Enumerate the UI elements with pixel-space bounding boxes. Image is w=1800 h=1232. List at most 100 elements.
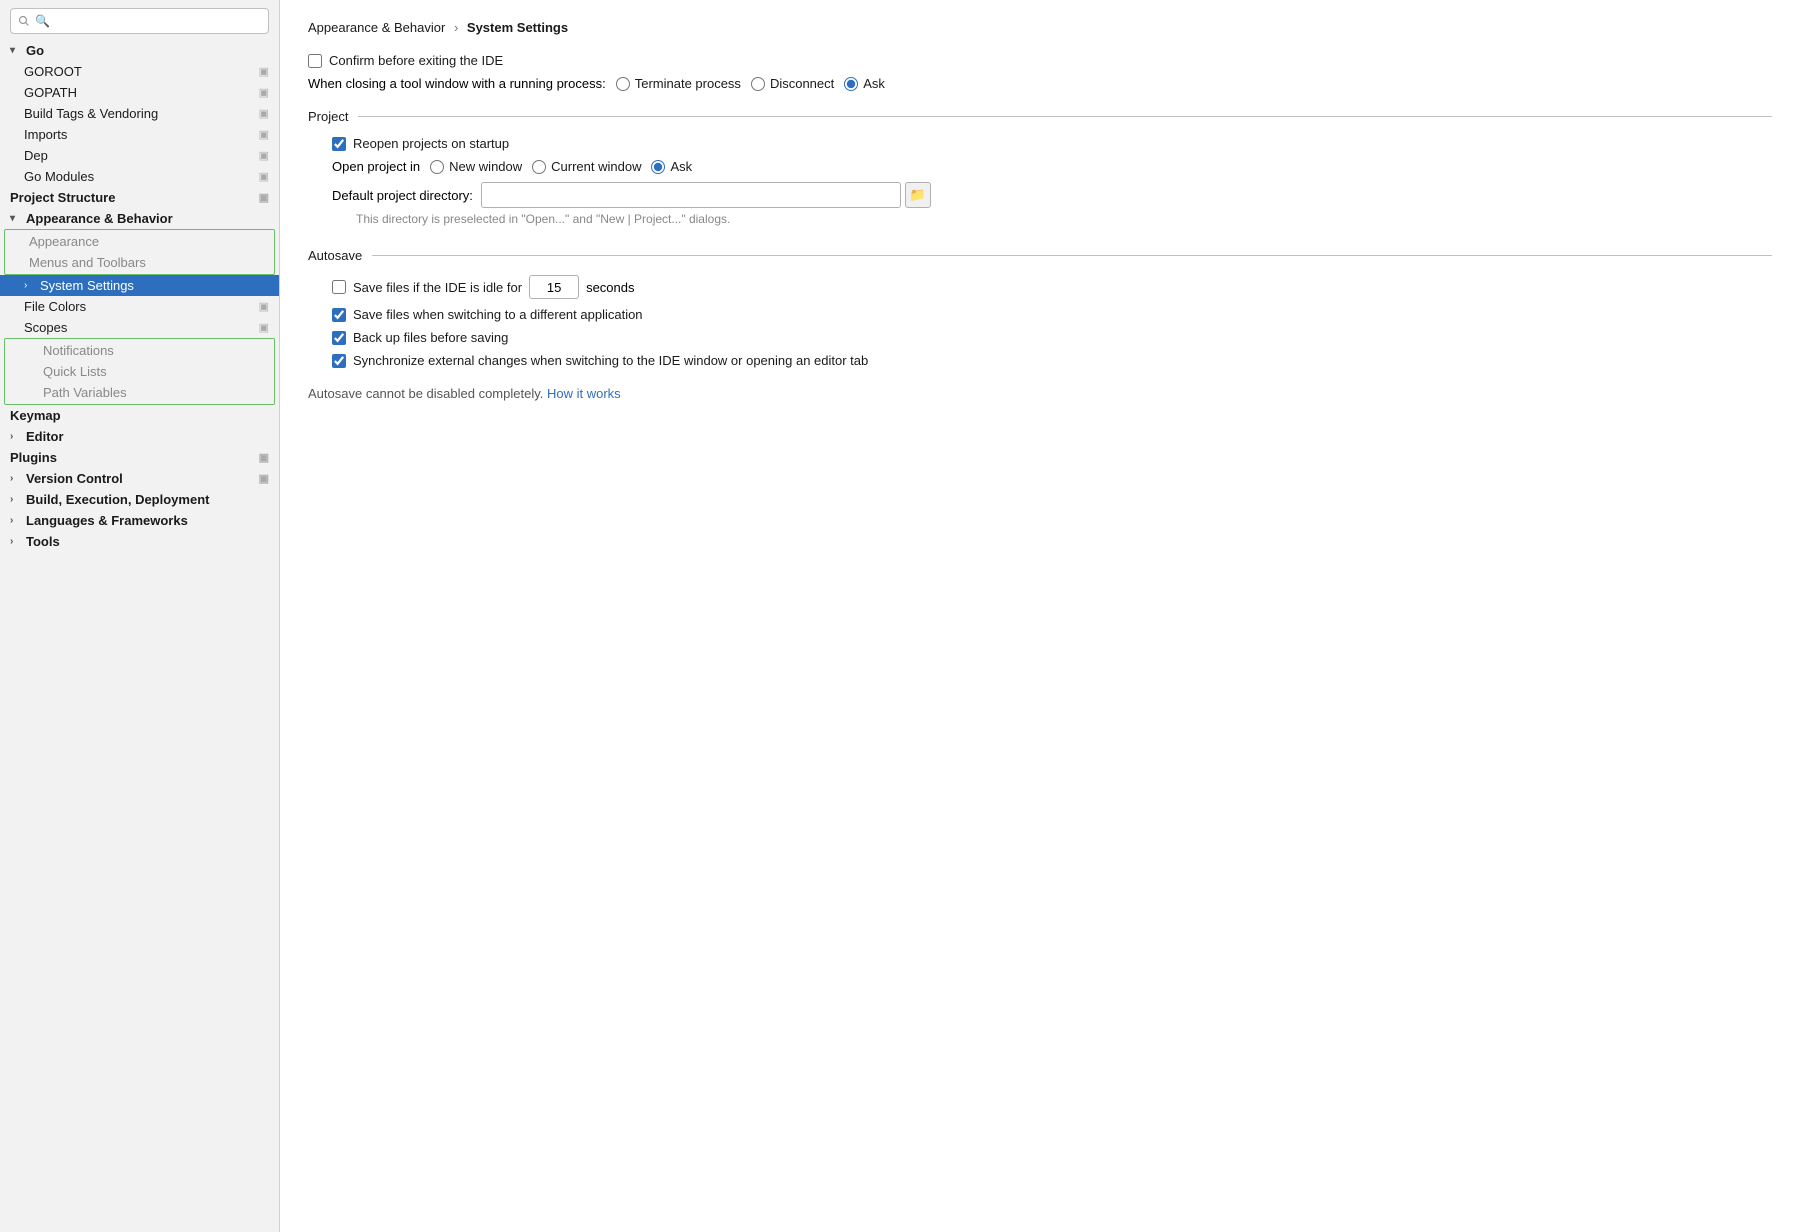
sidebar-item-dep[interactable]: Dep ▣ — [0, 145, 279, 166]
sidebar-item-keymap[interactable]: Keymap — [0, 405, 279, 426]
sidebar-item-tools[interactable]: › Tools — [0, 531, 279, 552]
settings-icon: ▣ — [259, 149, 269, 162]
sidebar-item-label: File Colors — [24, 299, 86, 314]
confirm-exit-row: Confirm before exiting the IDE — [308, 53, 1772, 68]
open-project-label: Open project in — [332, 159, 420, 174]
save-idle-unit: seconds — [586, 280, 634, 295]
settings-icon: ▣ — [259, 321, 269, 334]
new-window-option: New window — [430, 159, 522, 174]
ask-label[interactable]: Ask — [863, 76, 885, 91]
confirm-exit-label[interactable]: Confirm before exiting the IDE — [329, 53, 503, 68]
reopen-projects-row: Reopen projects on startup — [332, 136, 1772, 151]
backup-row: Back up files before saving — [332, 330, 1772, 345]
sidebar-item-appearance[interactable]: Appearance — [5, 231, 274, 252]
arrow-icon: › — [10, 431, 22, 442]
terminate-radio[interactable] — [616, 77, 630, 91]
sidebar-item-label: Scopes — [24, 320, 67, 335]
sidebar-item-go-modules[interactable]: Go Modules ▣ — [0, 166, 279, 187]
settings-icon: ▣ — [259, 170, 269, 183]
sidebar-item-gopath[interactable]: GOPATH▣ — [0, 82, 279, 103]
settings-icon: ▣ — [259, 107, 269, 120]
sidebar: ▾ GoGOROOT▣GOPATH▣Build Tags & Vendoring… — [0, 0, 280, 1232]
arrow-icon: › — [10, 515, 22, 526]
save-idle-label[interactable]: Save files if the IDE is idle for — [353, 280, 522, 295]
breadcrumb-parent: Appearance & Behavior — [308, 20, 445, 35]
backup-checkbox[interactable] — [332, 331, 346, 345]
sidebar-item-build-exec-deploy[interactable]: › Build, Execution, Deployment — [0, 489, 279, 510]
sidebar-item-label: Languages & Frameworks — [26, 513, 188, 528]
save-idle-checkbox[interactable] — [332, 280, 346, 294]
save-idle-seconds-input[interactable]: 15 — [529, 275, 579, 299]
disconnect-option: Disconnect — [751, 76, 834, 91]
open-project-row: Open project in New window Current windo… — [332, 159, 1772, 174]
sidebar-item-build-tags[interactable]: Build Tags & Vendoring▣ — [0, 103, 279, 124]
save-idle-row: Save files if the IDE is idle for 15 sec… — [332, 275, 1772, 299]
project-divider-line — [358, 116, 1772, 117]
arrow-icon: › — [10, 536, 22, 547]
sidebar-item-version-control[interactable]: › Version Control▣ — [0, 468, 279, 489]
main-content: Appearance & Behavior › System Settings … — [280, 0, 1800, 1232]
sidebar-item-quick-lists[interactable]: Quick Lists — [5, 361, 274, 382]
backup-label[interactable]: Back up files before saving — [353, 330, 508, 345]
settings-icon: ▣ — [259, 191, 269, 204]
ask-radio[interactable] — [844, 77, 858, 91]
disconnect-label[interactable]: Disconnect — [770, 76, 834, 91]
save-switch-label[interactable]: Save files when switching to a different… — [353, 307, 643, 322]
sidebar-item-label: Dep — [24, 148, 48, 163]
sidebar-item-path-variables[interactable]: Path Variables — [5, 382, 274, 403]
default-dir-input[interactable] — [481, 182, 901, 208]
sidebar-item-label: Go — [26, 43, 44, 58]
default-dir-label: Default project directory: — [332, 188, 473, 203]
sidebar-item-label: Project Structure — [10, 190, 115, 205]
sidebar-item-go[interactable]: ▾ Go — [0, 40, 279, 61]
reopen-checkbox[interactable] — [332, 137, 346, 151]
sidebar-item-project-structure[interactable]: Project Structure ▣ — [0, 187, 279, 208]
sidebar-item-label: Plugins — [10, 450, 57, 465]
sidebar-item-imports[interactable]: Imports ▣ — [0, 124, 279, 145]
sidebar-item-label: Imports — [24, 127, 67, 142]
sidebar-item-notifications[interactable]: Notifications — [5, 340, 274, 361]
current-window-radio[interactable] — [532, 160, 546, 174]
sidebar-item-label: Go Modules — [24, 169, 94, 184]
breadcrumb: Appearance & Behavior › System Settings — [308, 20, 1772, 35]
project-section-divider: Project — [308, 109, 1772, 124]
sidebar-item-plugins[interactable]: Plugins▣ — [0, 447, 279, 468]
sidebar-item-appearance-behavior[interactable]: ▾ Appearance & Behavior — [0, 208, 279, 229]
sidebar-item-label: System Settings — [40, 278, 134, 293]
autosave-section-divider: Autosave — [308, 248, 1772, 263]
project-settings: Reopen projects on startup Open project … — [308, 136, 1772, 226]
default-dir-row: Default project directory: 📁 — [332, 182, 1772, 208]
disconnect-radio[interactable] — [751, 77, 765, 91]
sidebar-item-editor[interactable]: › Editor — [0, 426, 279, 447]
current-window-label[interactable]: Current window — [551, 159, 641, 174]
terminate-option: Terminate process — [616, 76, 741, 91]
sidebar-item-file-colors[interactable]: File Colors▣ — [0, 296, 279, 317]
sidebar-item-menus-toolbars[interactable]: Menus and Toolbars — [5, 252, 274, 273]
sidebar-item-scopes[interactable]: Scopes ▣ — [0, 317, 279, 338]
save-switch-checkbox[interactable] — [332, 308, 346, 322]
autosave-section-label: Autosave — [308, 248, 372, 263]
settings-icon: ▣ — [259, 472, 269, 485]
ask2-radio[interactable] — [651, 160, 665, 174]
ask2-label[interactable]: Ask — [670, 159, 692, 174]
new-window-label[interactable]: New window — [449, 159, 522, 174]
terminate-label[interactable]: Terminate process — [635, 76, 741, 91]
dir-input-wrap: 📁 — [481, 182, 931, 208]
sidebar-item-system-settings[interactable]: › System Settings — [0, 275, 279, 296]
sync-checkbox[interactable] — [332, 354, 346, 368]
sidebar-item-languages-frameworks[interactable]: › Languages & Frameworks — [0, 510, 279, 531]
arrow-icon: › — [24, 280, 36, 291]
new-window-radio[interactable] — [430, 160, 444, 174]
browse-dir-button[interactable]: 📁 — [905, 182, 931, 208]
sync-label[interactable]: Synchronize external changes when switch… — [353, 353, 868, 368]
confirm-exit-checkbox[interactable] — [308, 54, 322, 68]
settings-icon: ▣ — [259, 128, 269, 141]
reopen-label[interactable]: Reopen projects on startup — [353, 136, 509, 151]
autosave-note-text: Autosave cannot be disabled completely. — [308, 386, 543, 401]
sidebar-item-goroot[interactable]: GOROOT▣ — [0, 61, 279, 82]
project-section-label: Project — [308, 109, 358, 124]
search-input[interactable] — [10, 8, 269, 34]
how-it-works-link[interactable]: How it works — [547, 386, 621, 401]
sidebar-item-label: Quick Lists — [43, 364, 107, 379]
sidebar-item-label: Build, Execution, Deployment — [26, 492, 209, 507]
